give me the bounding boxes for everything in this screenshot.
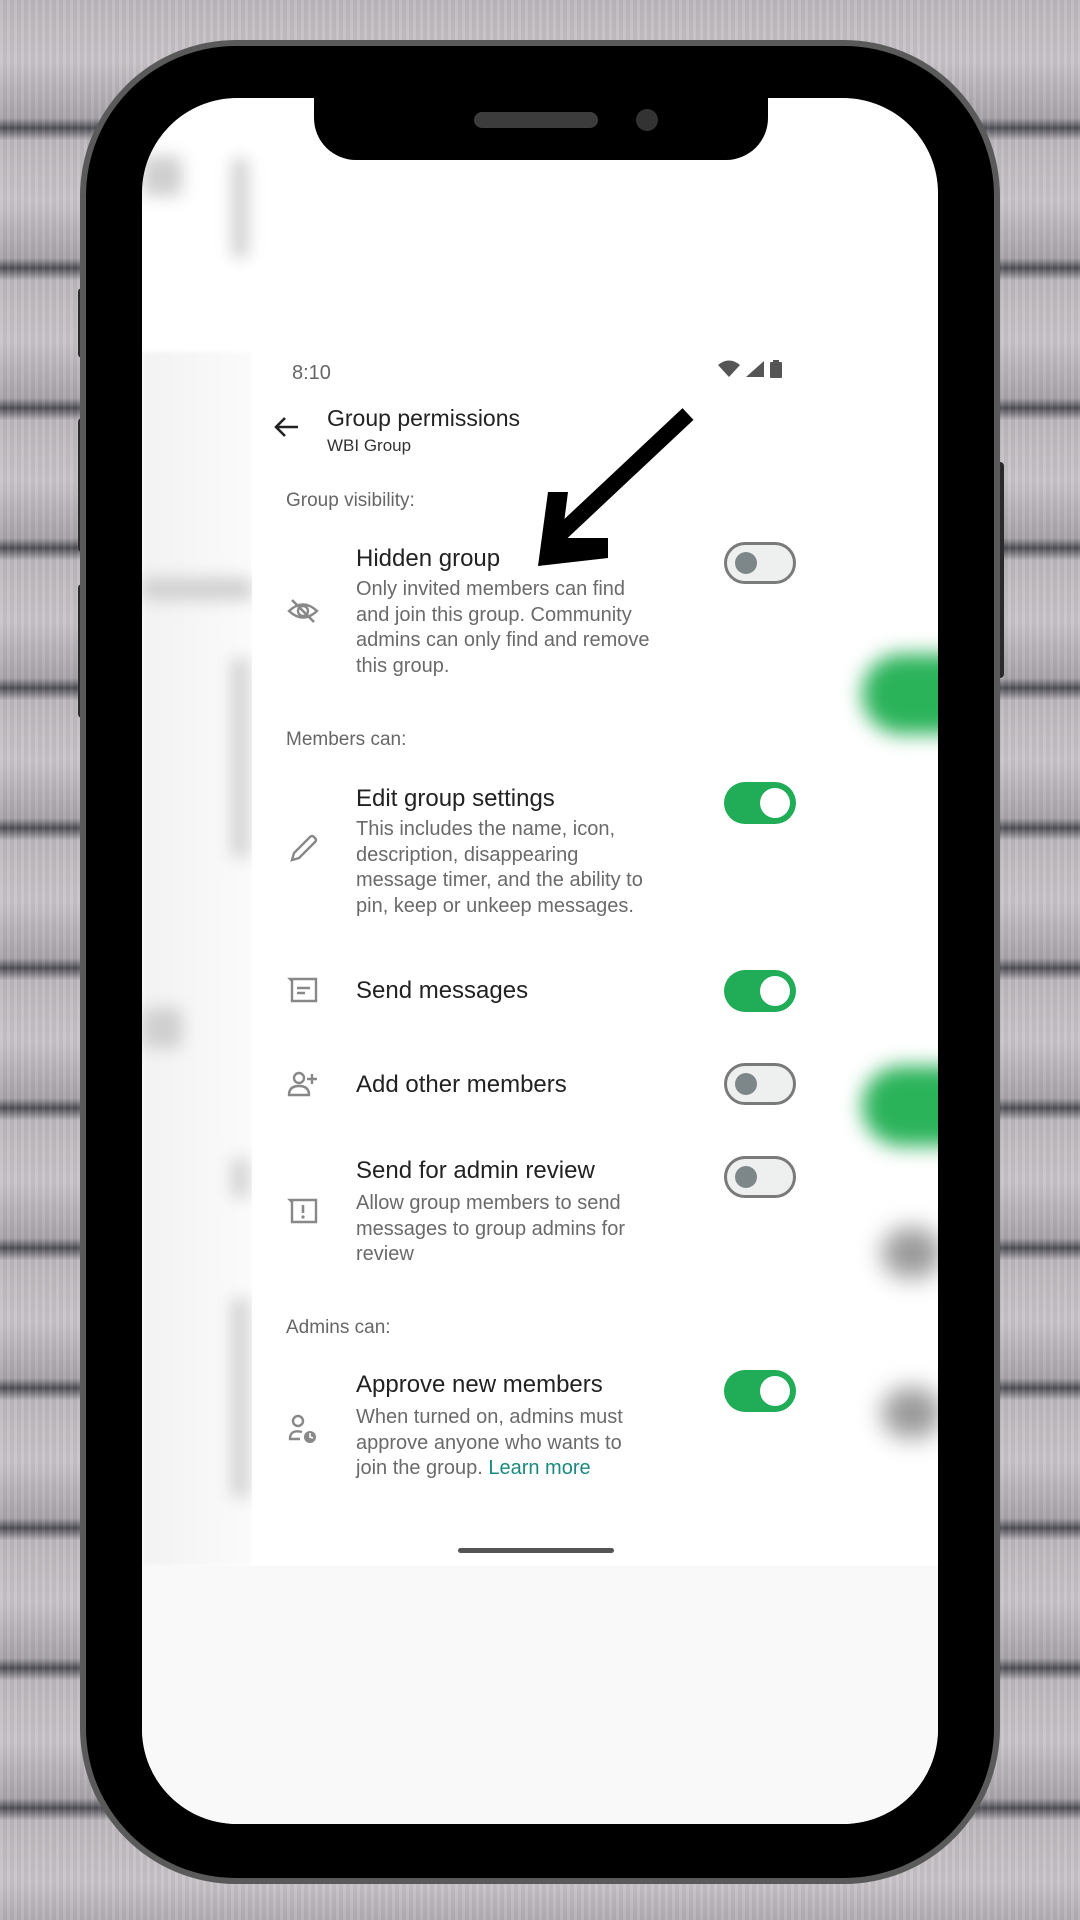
phone-speaker [474,112,598,128]
phone-notch [314,98,768,160]
blur-artifact [142,1008,182,1048]
back-arrow-icon[interactable] [272,412,302,442]
battery-icon [770,360,782,378]
desc-line: pin, keep or unkeep messages. [356,894,634,917]
blur-artifact [232,658,248,858]
desc-line: approve anyone who wants to [356,1431,622,1454]
page-subtitle: WBI Group [327,436,412,455]
front-camera [636,109,658,131]
setting-title: Edit group settings [356,785,555,812]
desc-line: description, disappearing [356,843,579,866]
desc-line: review [356,1243,414,1266]
send-messages-toggle[interactable] [724,970,796,1012]
setting-description: When turned on, admins must approve anyo… [356,1405,686,1482]
setting-description: Allow group members to send messages to … [356,1191,686,1268]
phone-screen [142,98,938,1824]
phone-power-button [994,462,1004,678]
setting-title: Send for admin review [356,1157,595,1184]
page-title: Group permissions [327,405,521,431]
wifi-icon [718,360,740,377]
desc-line: and join this group. Community [356,603,632,626]
setting-description: Only invited members can find and join t… [356,577,696,679]
status-time: 8:10 [292,362,331,384]
pencil-icon [290,834,318,862]
toggle-knob [735,1166,757,1188]
section-label-members-can: Members can: [286,729,407,750]
add-other-members-toggle[interactable] [724,1063,796,1105]
toggle-knob [760,1376,790,1406]
eye-off-icon [287,599,319,623]
setting-title: Hidden group [356,545,501,572]
blurred-toggle [862,654,938,734]
toggle-knob [735,552,757,574]
toggle-knob [735,1073,757,1095]
home-indicator [458,1548,614,1553]
desc-line: join the group. Learn more [356,1456,686,1482]
blur-artifact [142,578,252,600]
desc-line: When turned on, admins must [356,1406,623,1428]
toggle-knob [760,788,790,818]
report-icon [287,1198,318,1224]
desc-line: this group. [356,654,450,677]
blurred-toggle [882,1228,938,1278]
blur-artifact [142,156,182,196]
desc-line: Only invited members can find [356,578,626,600]
annotation-arrow-icon [538,408,694,566]
status-icons [718,360,782,378]
add-person-icon [287,1071,317,1097]
section-label-group-visibility: Group visibility: [286,490,415,511]
setting-description: This includes the name, icon, descriptio… [356,817,696,919]
setting-title: Add other members [356,1071,567,1098]
blur-artifact [232,1158,248,1198]
desc-line: message timer, and the ability to [356,869,643,892]
desc-line: messages to group admins for [356,1217,626,1240]
blurred-toggle [882,1388,938,1438]
section-label-admins-can: Admins can: [286,1317,391,1338]
send-for-admin-review-toggle[interactable] [724,1156,796,1198]
desc-text: join the group. [356,1457,483,1480]
toggle-knob [760,976,790,1006]
message-icon [287,977,318,1003]
signal-icon [746,361,764,377]
setting-title: Send messages [356,977,529,1004]
bottom-area [142,1566,938,1824]
learn-more-link[interactable]: Learn more [488,1457,590,1479]
desc-line: Allow group members to send [356,1192,621,1214]
blur-artifact [232,158,248,258]
person-clock-icon [288,1414,316,1443]
blur-artifact [232,1298,248,1498]
setting-title: Approve new members [356,1371,603,1398]
hidden-group-toggle[interactable] [724,542,796,584]
blurred-toggle [862,1066,938,1146]
desc-line: admins can only find and remove [356,629,650,652]
desc-line: This includes the name, icon, [356,818,616,840]
edit-group-settings-toggle[interactable] [724,782,796,824]
approve-new-members-toggle[interactable] [724,1370,796,1412]
